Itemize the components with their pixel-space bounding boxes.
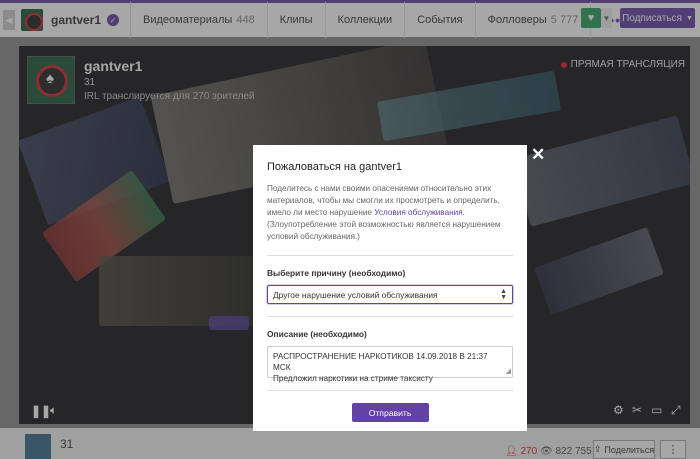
tos-link[interactable]: Условия обслуживания	[374, 208, 462, 217]
modal-intro: Поделитесь с нами своими опасениями отно…	[267, 183, 513, 219]
description-line: РАСПРОСТРАНЕНИЕ НАРКОТИКОВ 14.09.2018 В …	[273, 352, 488, 372]
description-line: Предложил наркотики на стриме таксисту	[273, 374, 433, 383]
submit-report-button[interactable]: Отправить	[351, 403, 429, 422]
modal-divider	[267, 390, 513, 391]
abuse-note: (Злоупотребление этой возможностью являе…	[267, 220, 501, 241]
close-modal-icon[interactable]: ✕	[531, 145, 545, 165]
description-label: Описание (необходимо)	[267, 329, 367, 339]
reason-select[interactable]: Другое нарушение условий обслуживания ▲ ▼	[267, 285, 513, 304]
reason-label: Выберите причину (необходимо)	[267, 268, 406, 278]
report-modal: Пожаловаться на gantver1 Поделитесь с на…	[253, 145, 527, 431]
modal-divider	[267, 255, 513, 256]
resize-grip-icon[interactable]: ◢	[506, 366, 511, 377]
select-arrows-icon: ▲ ▼	[500, 287, 507, 301]
reason-select-value: Другое нарушение условий обслуживания	[273, 289, 438, 300]
modal-divider	[267, 316, 513, 317]
modal-title: Пожаловаться на gantver1	[267, 161, 402, 173]
modal-intro-end: .	[462, 208, 465, 217]
description-textarea[interactable]: РАСПРОСТРАНЕНИЕ НАРКОТИКОВ 14.09.2018 В …	[267, 346, 513, 383]
